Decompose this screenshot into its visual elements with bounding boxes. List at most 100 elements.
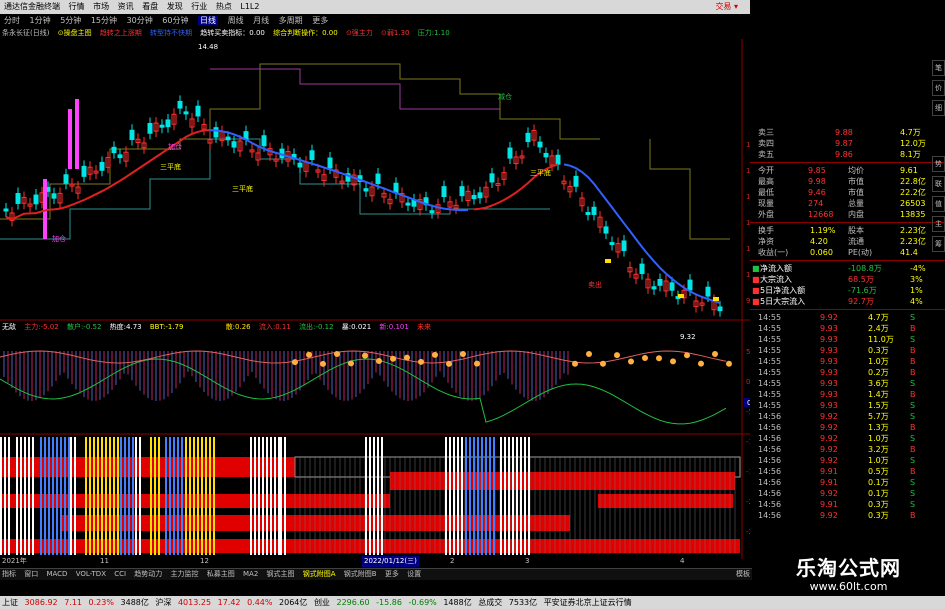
tick-row: 14:55 9.93 0.2万 B xyxy=(750,367,945,378)
stripe-column xyxy=(150,437,152,555)
side-tab[interactable]: 价 xyxy=(932,80,945,96)
btab-12[interactable]: 更多 xyxy=(385,570,399,578)
menu-item-3[interactable]: 看盘 xyxy=(142,2,158,11)
tick-row: 14:56 9.92 0.3万 B xyxy=(750,510,945,521)
btab-8[interactable]: MA2 xyxy=(243,570,258,578)
cy-label[interactable]: 创业 xyxy=(314,598,330,607)
btab-4[interactable]: CCI xyxy=(114,570,126,578)
tick-volume: 1.0万 xyxy=(868,357,889,366)
period-tab-3[interactable]: 15分钟 xyxy=(91,16,117,25)
btab-11[interactable]: 钢式附图B xyxy=(344,570,377,578)
btab-2[interactable]: MACD xyxy=(46,570,67,578)
menu-item-7[interactable]: L1L2 xyxy=(240,2,259,11)
stripe-column xyxy=(120,437,122,555)
sh-label[interactable]: 上证 xyxy=(2,598,18,607)
side-tab[interactable]: 联 xyxy=(932,176,945,192)
stripe-column xyxy=(489,437,491,555)
btab-1[interactable]: 窗口 xyxy=(24,570,38,578)
bottom-tabs: 指标 窗口 MACD VOL-TDX CCI 趋势动力 主力监控 私募主图 MA… xyxy=(0,568,760,580)
period-tab-7[interactable]: 周线 xyxy=(228,16,244,25)
stripe-column xyxy=(205,437,207,555)
btab-3[interactable]: VOL-TDX xyxy=(76,570,106,578)
stripe-column xyxy=(266,437,268,555)
flow-pct: 1% xyxy=(910,286,923,295)
candle-body xyxy=(603,226,609,234)
btab-9[interactable]: 钢式主图 xyxy=(267,570,295,578)
btab-5[interactable]: 趋势动力 xyxy=(134,570,162,578)
date-cursor: 2022/01/12(三) xyxy=(362,556,419,567)
candle-body xyxy=(81,165,87,177)
side-tab[interactable]: 势 xyxy=(932,156,945,172)
candle-body xyxy=(717,306,723,312)
side-tab[interactable]: 笔 xyxy=(932,60,945,76)
period-tab-9[interactable]: 多周期 xyxy=(279,16,303,25)
side-tab[interactable]: 筹 xyxy=(932,236,945,252)
side-tab[interactable]: 细 xyxy=(932,100,945,116)
side-tab[interactable]: 值 xyxy=(932,196,945,212)
period-tab-10[interactable]: 更多 xyxy=(312,16,328,25)
tick-time: 14:56 xyxy=(758,423,782,432)
osc-dot xyxy=(712,351,718,358)
btab-6[interactable]: 主力监控 xyxy=(171,570,199,578)
candle-body xyxy=(15,193,21,204)
osc-dot xyxy=(390,355,396,362)
candle-body xyxy=(525,132,531,143)
candle-body xyxy=(705,286,711,297)
osc-dot xyxy=(418,358,424,365)
candle-body xyxy=(555,154,561,165)
template-button[interactable]: 模板 xyxy=(736,569,750,580)
period-tab-8[interactable]: 月线 xyxy=(253,16,269,25)
menu-item-1[interactable]: 市场 xyxy=(93,2,109,11)
stripe-column xyxy=(481,437,483,555)
tick-volume: 0.3万 xyxy=(868,511,889,520)
tick-side: S xyxy=(910,313,916,322)
stat-value2: 22.2亿 xyxy=(900,188,926,197)
btab-0[interactable]: 指标 xyxy=(2,570,16,578)
flow-row: ■ 净流入额 -108.8万 -4% xyxy=(750,263,945,274)
side-tab[interactable]: 主 xyxy=(932,216,945,232)
candle-body xyxy=(591,206,597,215)
trade-button[interactable]: 交易 ▾ xyxy=(715,0,738,14)
period-tab-4[interactable]: 30分钟 xyxy=(127,16,153,25)
stripe-red-2 xyxy=(390,472,735,490)
stat-row: 最低 9.46 市值 22.2亿 xyxy=(750,187,945,198)
period-tab-2[interactable]: 5分钟 xyxy=(60,16,81,25)
candle-body xyxy=(639,263,645,275)
tick-price: 9.91 xyxy=(820,467,838,476)
btab-13[interactable]: 设置 xyxy=(407,570,421,578)
candle-body xyxy=(543,152,549,158)
stat-label2: 市值 xyxy=(848,188,864,197)
stat2-row: 净资 4.20 流通 2.23亿 xyxy=(750,236,945,247)
indicator-4: 趋转买卖指标：0.00 xyxy=(200,29,265,37)
stripe-column xyxy=(512,437,514,555)
menu-item-5[interactable]: 行业 xyxy=(191,2,207,11)
stat2-label2: 流通 xyxy=(848,237,864,246)
period-tab-6[interactable]: 日线 xyxy=(198,16,219,25)
yellow-marker xyxy=(713,297,719,301)
candle-body xyxy=(129,129,135,141)
period-tab-1[interactable]: 1分钟 xyxy=(30,16,51,25)
stat2-label: 收益(一) xyxy=(758,248,789,257)
btab-10[interactable]: 钢式附图A xyxy=(303,570,336,578)
osc-dot xyxy=(334,351,340,358)
ask-price: 9.87 xyxy=(835,139,853,148)
indicator-1[interactable]: ⊙操盘主图 xyxy=(58,29,92,37)
period-tab-5[interactable]: 60分钟 xyxy=(162,16,188,25)
menu-item-2[interactable]: 资讯 xyxy=(118,2,134,11)
flow-value: 92.7万 xyxy=(848,297,874,306)
signal-labels: 14.489.32三平底三平底三平底加仓加仓减仓卖出 xyxy=(52,43,719,341)
flow-value: 68.5万 xyxy=(848,275,874,284)
btab-7[interactable]: 私募主图 xyxy=(207,570,235,578)
tick-row: 14:56 9.91 0.1万 S xyxy=(750,477,945,488)
hs-label[interactable]: 沪深 xyxy=(155,598,171,607)
hs-val: 4013.25 xyxy=(177,598,212,607)
stripe-column xyxy=(113,437,115,555)
period-tab-0[interactable]: 分时 xyxy=(4,16,20,25)
stripe-column xyxy=(453,437,455,555)
stripe-column xyxy=(93,437,95,555)
menu-item-4[interactable]: 发现 xyxy=(167,2,183,11)
osc-dot xyxy=(670,358,676,365)
menu-item-0[interactable]: 行情 xyxy=(69,2,85,11)
menu-item-6[interactable]: 热点 xyxy=(216,2,232,11)
kline-chart[interactable]: 14.489.32三平底三平底三平底加仓加仓减仓卖出 12.5012.0011.… xyxy=(0,39,750,569)
